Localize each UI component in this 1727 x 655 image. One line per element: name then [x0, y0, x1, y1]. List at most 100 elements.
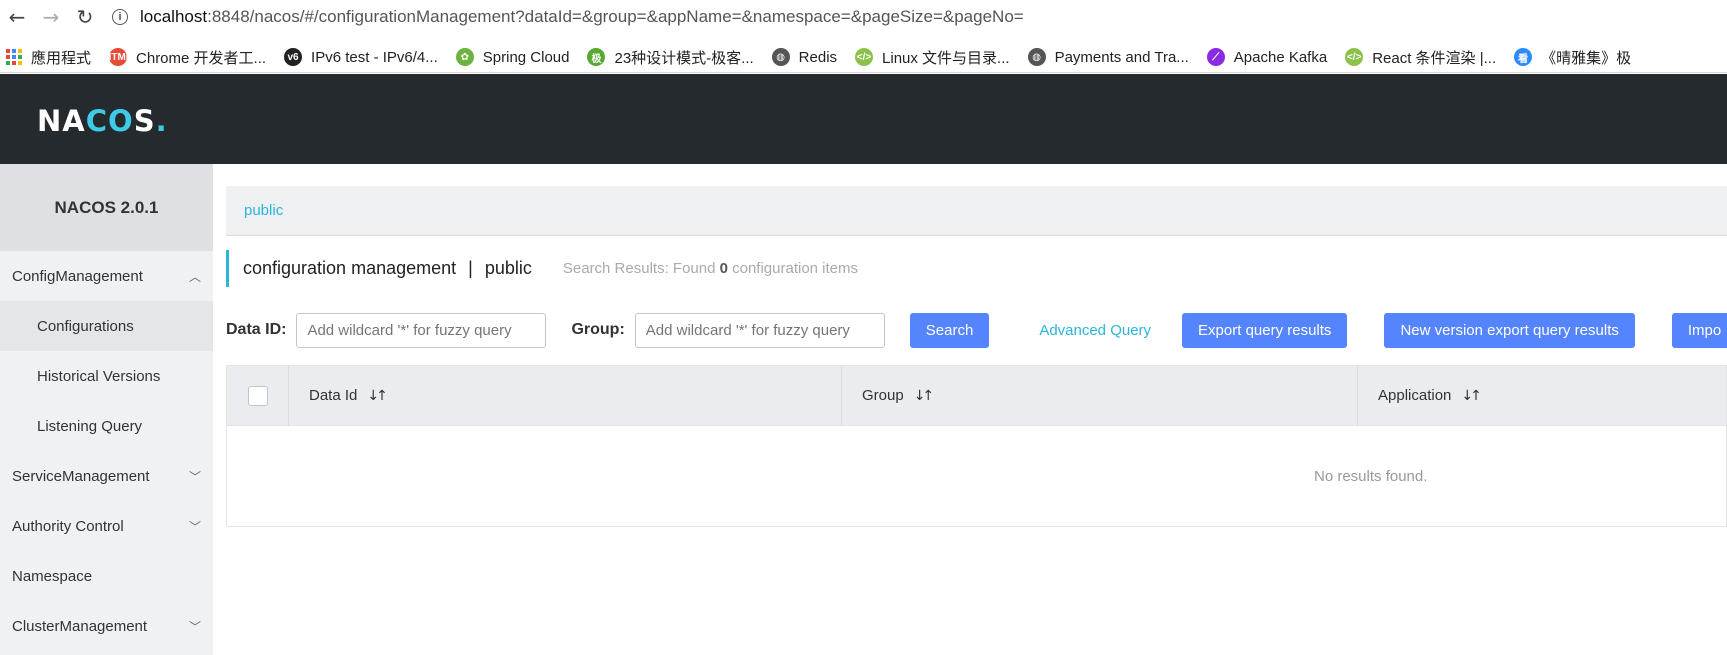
- sidebar-item-historical-versions[interactable]: Historical Versions: [0, 351, 213, 401]
- data-id-input[interactable]: [296, 312, 547, 348]
- app-header: NACOS.: [0, 74, 1727, 164]
- namespace-tab-public[interactable]: public: [244, 202, 283, 219]
- sidebar-item-authority-control[interactable]: Authority Control ﹀: [0, 501, 213, 551]
- results-prefix: Search Results: Found: [562, 260, 716, 277]
- bookmark-item[interactable]: ⟋ Apache Kafka: [1206, 48, 1328, 66]
- bookmark-label: React 条件渲染 |...: [1372, 49, 1497, 67]
- bookmark-label: Apache Kafka: [1233, 48, 1328, 66]
- advanced-query-link[interactable]: Advanced Query: [1039, 322, 1151, 339]
- sidebar-item-configurations[interactable]: Configurations: [0, 301, 213, 351]
- search-button[interactable]: Search: [909, 312, 990, 348]
- address-bar[interactable]: localhost:8848/nacos/#/configurationMana…: [140, 7, 1024, 27]
- empty-message: No results found.: [1314, 468, 1428, 485]
- sidebar: NACOS 2.0.1 ConfigManagement ︿ Configura…: [0, 164, 213, 655]
- bookmark-item[interactable]: 极 23种设计模式-极客...: [587, 47, 754, 68]
- logo-letter: O: [108, 104, 134, 138]
- bookmark-label: Chrome 开发者工...: [136, 49, 267, 67]
- bookmark-label: Redis: [798, 48, 838, 66]
- bookmark-label: Payments and Tra...: [1054, 48, 1189, 66]
- url-path: :8848/nacos/#/configurationManagement?da…: [207, 6, 1024, 26]
- logo-letter: A: [62, 104, 86, 138]
- forward-arrow-icon[interactable]: →: [34, 0, 68, 33]
- page-title-separator: |: [468, 258, 473, 278]
- sidebar-item-cluster-management[interactable]: ClusterManagement ﹀: [0, 601, 213, 651]
- site-info-icon[interactable]: i: [112, 8, 128, 25]
- v6-icon: v6: [284, 48, 303, 66]
- back-arrow-icon[interactable]: ←: [0, 0, 34, 33]
- page-title-namespace: public: [484, 258, 532, 278]
- logo-letter: .: [155, 104, 168, 138]
- results-suffix: configuration items: [732, 260, 859, 277]
- export-query-results-button[interactable]: Export query results: [1182, 312, 1348, 348]
- bookmark-item[interactable]: ✿ Spring Cloud: [455, 48, 570, 66]
- bookmark-item[interactable]: </> React 条件渲染 |...: [1345, 47, 1496, 68]
- bookmarks-bar: 應用程式 HTML Chrome 开发者工... v6 IPv6 test - IPv6…: [0, 42, 1727, 73]
- namespace-bar: public: [226, 186, 1727, 236]
- globe-icon: ◍: [1027, 48, 1046, 66]
- sidebar-item-listening-query[interactable]: Listening Query: [0, 401, 213, 451]
- sidebar-item-config-management[interactable]: ConfigManagement ︿: [0, 251, 213, 301]
- logo-letter: S: [133, 104, 156, 138]
- group-label: Group:: [571, 321, 625, 338]
- logo-letter: C: [85, 104, 109, 138]
- column-header-data-id[interactable]: Data Id ↓↑: [289, 365, 842, 426]
- column-label: Data Id: [309, 387, 358, 404]
- code-icon: </>: [1345, 48, 1364, 66]
- config-table: Data Id ↓↑ Group ↓↑ Application ↓↑ No re…: [226, 365, 1727, 527]
- bookmark-label: Spring Cloud: [482, 48, 570, 66]
- bookmark-label: 《晴雅集》极: [1541, 49, 1632, 67]
- video-icon: 看: [1514, 48, 1533, 66]
- page-title-text: configuration management: [243, 258, 457, 278]
- bookmark-label: IPv6 test - IPv6/4...: [311, 48, 438, 66]
- apps-grid-icon: [6, 49, 22, 65]
- new-version-export-button[interactable]: New version export query results: [1384, 312, 1635, 348]
- chevron-down-icon: ﹀: [188, 619, 201, 634]
- sidebar-item-label: Authority Control: [12, 517, 124, 535]
- bookmark-item[interactable]: </> Linux 文件与目录...: [855, 47, 1010, 68]
- code-icon: </>: [855, 48, 874, 66]
- sidebar-item-label: ConfigManagement: [12, 267, 143, 285]
- group-input[interactable]: [634, 312, 885, 348]
- bookmark-item[interactable]: v6 IPv6 test - IPv6/4...: [284, 48, 438, 66]
- bookmark-label: 應用程式: [31, 49, 92, 67]
- geek-icon: 极: [587, 48, 606, 66]
- bookmark-item[interactable]: ◍ Payments and Tra...: [1027, 48, 1189, 66]
- import-button[interactable]: Impo: [1671, 312, 1727, 348]
- sidebar-item-namespace[interactable]: Namespace: [0, 551, 213, 601]
- column-label: Group: [862, 387, 904, 404]
- chevron-down-icon: ﹀: [188, 519, 201, 534]
- logo-letter: N: [37, 104, 63, 138]
- sidebar-item-label: ServiceManagement: [12, 467, 150, 485]
- spring-icon: ✿: [455, 48, 474, 66]
- sort-icon[interactable]: ↓↑: [1461, 388, 1482, 404]
- html-icon: HTML: [104, 48, 132, 66]
- query-toolbar: Data ID: Group: Search Advanced Query Ex…: [226, 312, 1727, 348]
- data-id-label: Data ID:: [226, 321, 287, 338]
- sidebar-item-service-management[interactable]: ServiceManagement ﹀: [0, 451, 213, 501]
- version-label: NACOS 2.0.1: [0, 164, 213, 251]
- column-header-application[interactable]: Application ↓↑: [1358, 366, 1726, 426]
- bookmark-item[interactable]: ◍ Redis: [771, 48, 838, 66]
- search-results-summary: Search Results: Found 0 configuration it…: [563, 260, 858, 277]
- select-all-checkbox[interactable]: [247, 385, 268, 406]
- sidebar-item-label: Namespace: [12, 567, 93, 585]
- feather-icon: ⟋: [1206, 48, 1225, 66]
- table-empty-state: No results found.: [227, 426, 1726, 526]
- table-header: Data Id ↓↑ Group ↓↑ Application ↓↑: [227, 365, 1726, 426]
- bookmark-item[interactable]: HTML Chrome 开发者工...: [104, 47, 267, 68]
- column-label: Application: [1378, 387, 1452, 404]
- bookmark-item[interactable]: 看《晴雅集》极: [1514, 47, 1631, 68]
- globe-icon: ◍: [771, 48, 790, 66]
- page-title: configuration management | public Search…: [226, 250, 858, 287]
- sort-icon[interactable]: ↓↑: [914, 388, 935, 404]
- select-all-cell: [227, 365, 289, 426]
- bookmark-item[interactable]: 應用程式: [6, 47, 91, 68]
- nacos-logo[interactable]: NACOS.: [37, 104, 168, 138]
- chevron-down-icon: ﹀: [188, 469, 201, 484]
- bookmark-label: Linux 文件与目录...: [882, 49, 1010, 67]
- reload-icon[interactable]: ↻: [68, 0, 102, 33]
- sort-icon[interactable]: ↓↑: [367, 388, 388, 404]
- results-count: 0: [719, 260, 728, 277]
- column-header-group[interactable]: Group ↓↑: [842, 365, 1358, 426]
- sidebar-item-label: ClusterManagement: [12, 617, 148, 635]
